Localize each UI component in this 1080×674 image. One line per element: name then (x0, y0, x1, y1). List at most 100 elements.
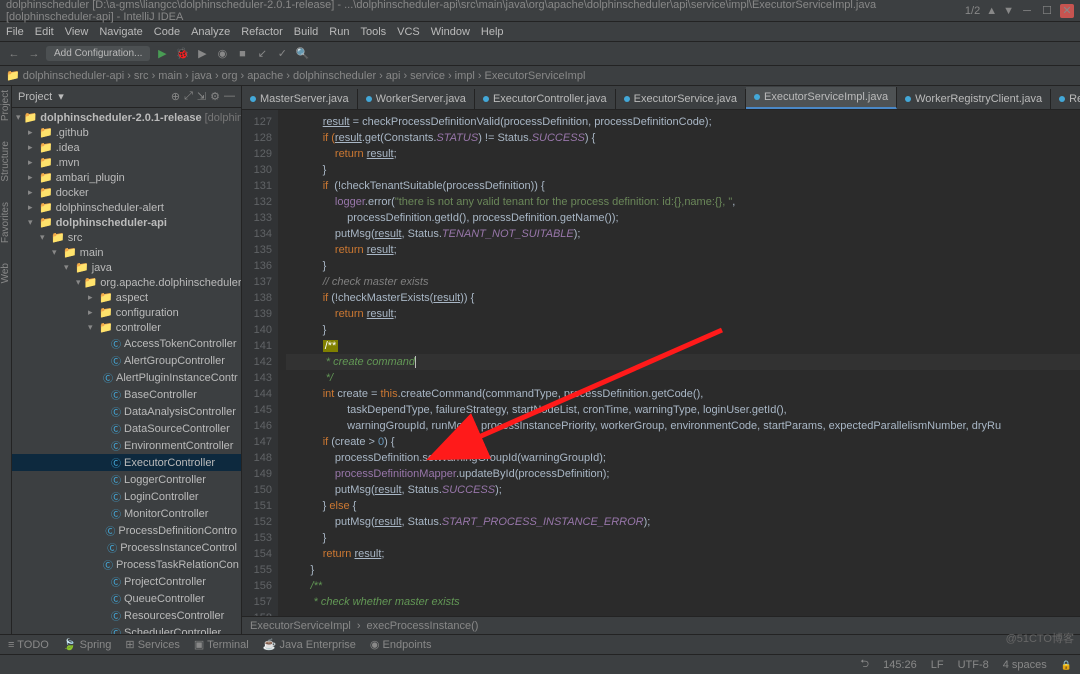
vcs-update-icon[interactable]: ↙ (254, 46, 270, 62)
code-content[interactable]: result = checkProcessDefinitionValid(pro… (278, 110, 1080, 616)
editor-tab[interactable]: ExecutorServiceImpl.java (746, 87, 897, 109)
goto-icon[interactable]: ⮌ (860, 655, 869, 674)
editor-tab[interactable]: WorkerServer.java (358, 89, 475, 109)
crumb-method[interactable]: execProcessInstance() (367, 620, 479, 632)
tree-item[interactable]: ▸📁configuration (12, 305, 241, 320)
tree-item[interactable]: ⒸQueueController (12, 590, 241, 607)
run-config-dropdown[interactable]: Add Configuration... (46, 46, 150, 61)
tree-item[interactable]: ⒸProcessTaskRelationCon (12, 556, 241, 573)
line-separator[interactable]: LF (931, 659, 944, 671)
collapse-icon[interactable]: ⇲ (197, 90, 206, 103)
tree-item[interactable]: ▸📁.mvn (12, 155, 241, 170)
tree-item[interactable]: ⒸExecutorController (12, 454, 241, 471)
minimize-icon[interactable]: ─ (1020, 4, 1034, 18)
editor-tab[interactable]: RegistryClient.java (1051, 89, 1080, 109)
breadcrumb-item[interactable]: main (158, 70, 182, 82)
tree-item[interactable]: ▸📁dolphinscheduler-alert (12, 200, 241, 215)
breadcrumb-item[interactable]: dolphinscheduler-api (23, 70, 125, 82)
menu-tools[interactable]: Tools (360, 26, 386, 38)
select-opened-icon[interactable]: ⊕ (171, 90, 180, 103)
bottom-tool-todo[interactable]: ≡ TODO (8, 639, 49, 651)
tree-item[interactable]: ⒸAlertGroupController (12, 352, 241, 369)
structure-tool-button[interactable]: Structure (0, 141, 11, 182)
stop-icon[interactable]: ■ (234, 46, 250, 62)
tree-item[interactable]: ⒸEnvironmentController (12, 437, 241, 454)
favorites-tool-button[interactable]: Favorites (0, 202, 11, 243)
breadcrumb-item[interactable]: ExecutorServiceImpl (485, 70, 586, 82)
maximize-icon[interactable]: ☐ (1040, 4, 1054, 18)
web-tool-button[interactable]: Web (0, 263, 11, 283)
bottom-tool-services[interactable]: ⊞ Services (125, 638, 179, 651)
breadcrumb-item[interactable]: java (192, 70, 212, 82)
profile-icon[interactable]: ◉ (214, 46, 230, 62)
editor-tab[interactable]: ExecutorController.java (475, 89, 616, 109)
breadcrumb-item[interactable]: org (222, 70, 238, 82)
menu-vcs[interactable]: VCS (397, 26, 420, 38)
tree-item[interactable]: ▾📁org.apache.dolphinscheduler (12, 275, 241, 290)
bottom-tool-java-enterprise[interactable]: ☕ Java Enterprise (263, 638, 356, 651)
menu-navigate[interactable]: Navigate (99, 26, 142, 38)
tree-item[interactable]: ▸📁docker (12, 185, 241, 200)
bottom-tool-terminal[interactable]: ▣ Terminal (194, 638, 249, 651)
editor-tab[interactable]: ExecutorService.java (616, 89, 746, 109)
tree-item[interactable]: ⒸProcessDefinitionContro (12, 522, 241, 539)
editor-body[interactable]: 1271281291301311321331341351361371381391… (242, 110, 1080, 616)
indent[interactable]: 4 spaces (1003, 659, 1047, 671)
tree-item[interactable]: ⒸMonitorController (12, 505, 241, 522)
back-icon[interactable]: ← (6, 46, 22, 62)
menu-edit[interactable]: Edit (35, 26, 54, 38)
debug-icon[interactable]: 🐞 (174, 46, 190, 62)
editor-tab[interactable]: MasterServer.java (242, 89, 358, 109)
menu-run[interactable]: Run (329, 26, 349, 38)
readonly-icon[interactable] (1061, 659, 1072, 671)
search-icon[interactable]: 🔍 (294, 46, 310, 62)
tree-item[interactable]: ▾📁main (12, 245, 241, 260)
coverage-icon[interactable]: ▶ (194, 46, 210, 62)
tree-item[interactable]: ⒸBaseController (12, 386, 241, 403)
search-up-icon[interactable]: ▲ (986, 5, 997, 17)
settings-icon[interactable]: ⚙ (210, 90, 220, 103)
breadcrumb-item[interactable]: api (386, 70, 401, 82)
tree-item[interactable]: ▸📁.github (12, 125, 241, 140)
menu-help[interactable]: Help (481, 26, 504, 38)
menu-window[interactable]: Window (431, 26, 470, 38)
tree-item[interactable]: ⒸLoginController (12, 488, 241, 505)
tree-item[interactable]: ⒸAccessTokenController (12, 335, 241, 352)
menu-build[interactable]: Build (294, 26, 318, 38)
tree-item[interactable]: ⒸProjectController (12, 573, 241, 590)
tree-item[interactable]: ▾📁src (12, 230, 241, 245)
tree-item[interactable]: ▾📁java (12, 260, 241, 275)
project-tool-button[interactable]: Project (0, 90, 11, 121)
tree-item[interactable]: ⒸLoggerController (12, 471, 241, 488)
tree-item[interactable]: ⒸDataSourceController (12, 420, 241, 437)
menu-code[interactable]: Code (154, 26, 180, 38)
menu-file[interactable]: File (6, 26, 24, 38)
bottom-tool-spring[interactable]: 🍃 Spring (63, 638, 112, 651)
breadcrumb-item[interactable]: src (134, 70, 149, 82)
crumb-class[interactable]: ExecutorServiceImpl (250, 620, 351, 632)
forward-icon[interactable]: → (26, 46, 42, 62)
tree-item[interactable]: ▾📁dolphinscheduler-2.0.1-release [dolphi… (12, 110, 241, 125)
search-down-icon[interactable]: ▼ (1003, 5, 1014, 17)
run-icon[interactable]: ▶ (154, 46, 170, 62)
project-tree[interactable]: ▾📁dolphinscheduler-2.0.1-release [dolphi… (12, 108, 241, 634)
breadcrumb-item[interactable]: dolphinscheduler (293, 70, 376, 82)
tree-item[interactable]: ⒸResourcesController (12, 607, 241, 624)
bottom-tool-endpoints[interactable]: ◉ Endpoints (370, 638, 432, 651)
editor-tab[interactable]: WorkerRegistryClient.java (897, 89, 1051, 109)
dropdown-icon[interactable]: ▾ (58, 90, 64, 103)
breadcrumb-item[interactable]: service (410, 70, 445, 82)
tree-item[interactable]: ⒸDataAnalysisController (12, 403, 241, 420)
tree-item[interactable]: ⒸSchedulerController (12, 624, 241, 634)
tree-item[interactable]: ▾📁controller (12, 320, 241, 335)
vcs-commit-icon[interactable]: ✓ (274, 46, 290, 62)
tree-item[interactable]: ▾📁dolphinscheduler-api (12, 215, 241, 230)
tree-item[interactable]: ▸📁.idea (12, 140, 241, 155)
breadcrumb-item[interactable]: impl (455, 70, 475, 82)
breadcrumb-item[interactable]: apache (247, 70, 283, 82)
encoding[interactable]: UTF-8 (958, 659, 989, 671)
tree-item[interactable]: ▸📁ambari_plugin (12, 170, 241, 185)
menu-analyze[interactable]: Analyze (191, 26, 230, 38)
expand-icon[interactable]: ⤢ (184, 90, 193, 103)
tree-item[interactable]: ▸📁aspect (12, 290, 241, 305)
